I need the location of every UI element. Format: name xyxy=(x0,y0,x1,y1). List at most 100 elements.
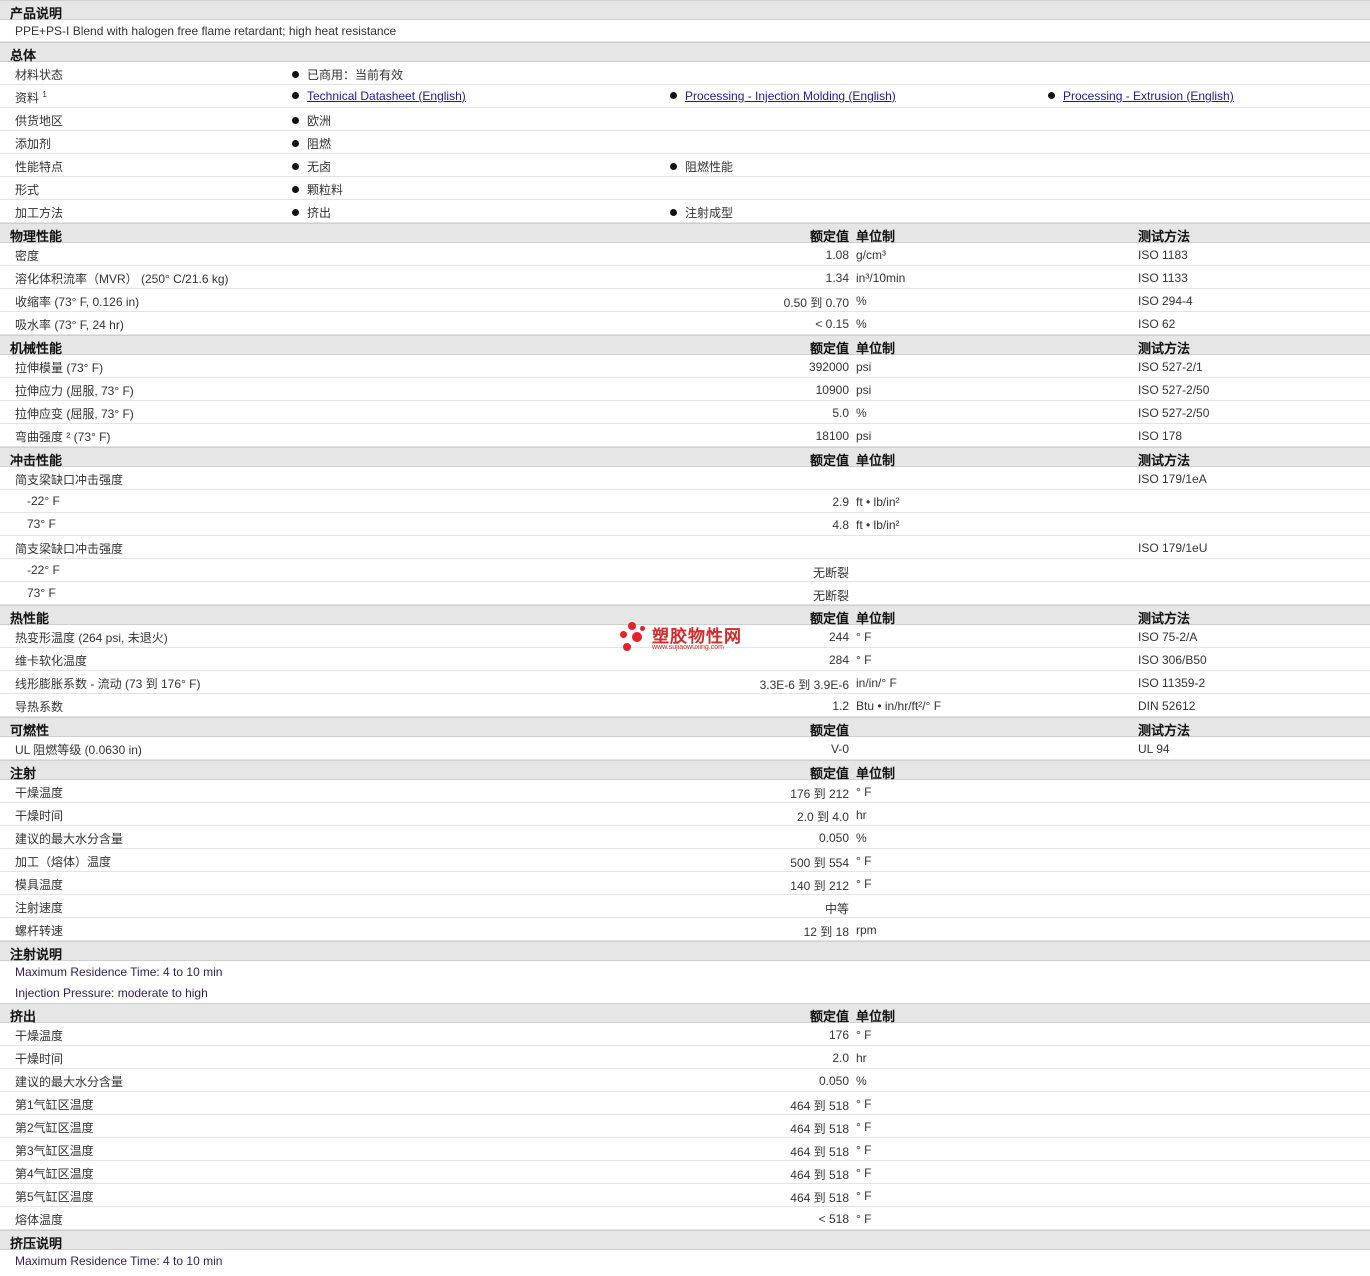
row-unit: % xyxy=(856,294,867,308)
row-value: 2.9 xyxy=(832,495,849,509)
row-value: 176 xyxy=(828,1028,849,1042)
row-unit: in/in/° F xyxy=(856,676,897,690)
row-label: 拉伸模量 (73° F) xyxy=(15,361,104,375)
row-value: 3.3E-6 到 3.9E-6 xyxy=(759,678,849,692)
row-value: 12 到 18 xyxy=(803,925,849,939)
row-test-method: ISO 178 xyxy=(1138,429,1183,443)
row-label: 第2气缸区温度 xyxy=(15,1121,94,1135)
list-item: 注射成型 xyxy=(670,204,733,221)
row-label: 形式 xyxy=(15,183,40,197)
row-label: 注射速度 xyxy=(15,901,64,915)
row-value: 464 到 518 xyxy=(790,1122,849,1136)
row-unit: ° F xyxy=(856,1143,872,1157)
row-label: 螺杆转速 xyxy=(15,924,64,938)
row-label: 建议的最大水分含量 xyxy=(15,832,124,846)
technical-datasheet-link[interactable]: Technical Datasheet (English) xyxy=(307,89,466,103)
row-unit: ft • lb/in² xyxy=(856,495,900,509)
note-row: Maximum Residence Time: 4 to 10 min xyxy=(0,961,1370,982)
row-test-method: ISO 1183 xyxy=(1138,248,1188,262)
row-test-method: ISO 527-2/1 xyxy=(1138,360,1203,374)
row-label: 简支梁缺口冲击强度 xyxy=(15,542,124,556)
table-row: UL 阻燃等级 (0.0630 in) V-0 UL 94 xyxy=(0,737,1370,760)
bullet-icon xyxy=(670,92,677,99)
general-row-region: 供货地区 欧洲 xyxy=(0,108,1370,131)
row-label: 加工方法 xyxy=(15,206,64,220)
bullet-icon xyxy=(292,117,299,124)
table-row: 第5气缸区温度 464 到 518 ° F xyxy=(0,1184,1370,1207)
row-label: 熔体温度 xyxy=(15,1213,64,1227)
row-value: 0.50 到 0.70 xyxy=(783,296,849,310)
row-label: 第5气缸区温度 xyxy=(15,1190,94,1204)
table-row: 溶化体积流率（MVR） (250° C/21.6 kg) 1.34 in³/10mi… xyxy=(0,266,1370,289)
table-row: 第4气缸区温度 464 到 518 ° F xyxy=(0,1161,1370,1184)
row-label: 热变形温度 (264 psi, 未退火) xyxy=(15,631,168,645)
row-unit: psi xyxy=(856,383,872,397)
section-header-mechanical: 机械性能 额定值 单位制 测试方法 xyxy=(0,335,1370,356)
row-test-method: ISO 294-4 xyxy=(1138,294,1193,308)
row-value: 中等 xyxy=(824,902,849,916)
row-test-method: ISO 179/1eA xyxy=(1138,472,1207,486)
row-label: 维卡软化温度 xyxy=(15,654,88,668)
row-value: 500 到 554 xyxy=(790,856,849,870)
row-label: 模具温度 xyxy=(15,878,64,892)
row-unit: ° F xyxy=(856,653,872,667)
row-label: 添加剂 xyxy=(15,137,52,151)
processing-extrusion-link[interactable]: Processing - Extrusion (English) xyxy=(1063,89,1234,103)
list-item: 挤出 xyxy=(292,204,331,221)
row-label: 73° F xyxy=(27,586,56,600)
general-row-processing: 加工方法 挤出 注射成型 xyxy=(0,200,1370,223)
row-value: 464 到 518 xyxy=(790,1099,849,1113)
table-row: 第2气缸区温度 464 到 518 ° F xyxy=(0,1115,1370,1138)
row-unit: ° F xyxy=(856,1028,872,1042)
row-unit: in³/10min xyxy=(856,271,906,285)
row-test-method: ISO 306/B50 xyxy=(1138,653,1207,667)
row-value: 0.050 xyxy=(818,1074,849,1088)
section-header-general: 总体 xyxy=(0,42,1370,63)
row-label: 第4气缸区温度 xyxy=(15,1167,94,1181)
row-unit: g/cm³ xyxy=(856,248,886,262)
table-row: 密度 1.08 g/cm³ ISO 1183 xyxy=(0,243,1370,266)
note-row: Injection Pressure: moderate to high xyxy=(0,982,1370,1003)
processing-injection-link[interactable]: Processing - Injection Molding (English) xyxy=(685,89,896,103)
row-label: 资料 1 xyxy=(15,90,47,105)
row-unit: % xyxy=(856,831,867,845)
row-test-method: ISO 527-2/50 xyxy=(1138,406,1210,420)
general-row-documents: 资料 1 Technical Datasheet (English) Proce… xyxy=(0,85,1370,108)
table-row: 干燥时间 2.0 到 4.0 hr xyxy=(0,803,1370,826)
list-item: 欧洲 xyxy=(292,112,331,129)
row-label: 拉伸应变 (屈服, 73° F) xyxy=(15,407,134,421)
row-value: V-0 xyxy=(830,742,849,756)
table-row: -22° F 2.9 ft • lb/in² xyxy=(0,490,1370,513)
row-unit: ° F xyxy=(856,1097,872,1111)
watermark-url: www.sujiaowuxing.com xyxy=(652,644,724,651)
row-label: 性能特点 xyxy=(15,160,64,174)
product-description-row: PPE+PS-I Blend with halogen free flame r… xyxy=(0,20,1370,42)
note-text: Maximum Residence Time: 4 to 10 min xyxy=(15,965,223,979)
row-label: 弯曲强度 ² (73° F) xyxy=(15,430,111,444)
table-row: 建议的最大水分含量 0.050% xyxy=(0,1069,1370,1092)
row-test-method: UL 94 xyxy=(1138,742,1170,756)
table-row: -22° F 无断裂 xyxy=(0,559,1370,582)
product-description: PPE+PS-I Blend with halogen free flame r… xyxy=(15,24,397,38)
row-label: 建议的最大水分含量 xyxy=(15,1075,124,1089)
table-row: 模具温度 140 到 212 ° F xyxy=(0,872,1370,895)
row-value: 2.0 到 4.0 xyxy=(796,810,849,824)
row-unit: ft • lb/in² xyxy=(856,518,900,532)
general-row-form: 形式 颗粒料 xyxy=(0,177,1370,200)
table-row: 线形膨胀系数 - 流动 (73 到 176° F) 3.3E-6 到 3.9E-6… xyxy=(0,671,1370,694)
section-header-extrusion: 挤出 额定值 单位制 xyxy=(0,1003,1370,1024)
row-label: 简支梁缺口冲击强度 xyxy=(15,473,124,487)
row-label: -22° F xyxy=(27,494,60,508)
row-label: 线形膨胀系数 - 流动 (73 到 176° F) xyxy=(15,677,201,691)
row-unit: ° F xyxy=(856,1120,872,1134)
row-label: 材料状态 xyxy=(15,68,64,82)
row-value: < 0.15 xyxy=(815,317,849,331)
row-unit: ° F xyxy=(856,1212,872,1226)
row-label: 供货地区 xyxy=(15,114,64,128)
row-label: 干燥时间 xyxy=(15,1052,64,1066)
watermark-logo: 塑胶物性网 www.sujiaowuxing.com xyxy=(620,620,760,656)
section-header-flammability: 可燃性 额定值 测试方法 xyxy=(0,717,1370,738)
general-row-features: 性能特点 无卤 阻燃性能 xyxy=(0,154,1370,177)
table-row: 第3气缸区温度 464 到 518 ° F xyxy=(0,1138,1370,1161)
row-label: 收缩率 (73° F, 0.126 in) xyxy=(15,295,140,309)
